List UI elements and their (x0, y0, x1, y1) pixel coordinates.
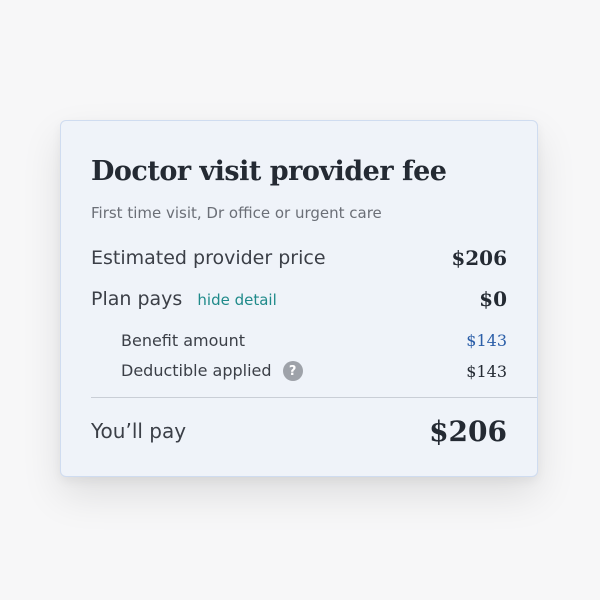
benefit-amount-value: $143 (466, 330, 507, 350)
you-pay-amount: $206 (429, 414, 507, 448)
card-title: Doctor visit provider fee (91, 156, 447, 187)
plan-pays-label: Plan pays (91, 288, 183, 310)
deductible-applied-row: Deductible applied ? $143 (121, 359, 507, 383)
deductible-applied-label: Deductible applied (121, 360, 272, 380)
plan-pays-row: Plan pays hide detail $0 (91, 284, 507, 314)
estimated-price-row: Estimated provider price $206 (91, 243, 507, 273)
deductible-applied-value: $143 (466, 361, 507, 381)
deductible-label-group: Deductible applied ? (121, 361, 303, 382)
total-divider (91, 397, 537, 398)
you-pay-label: You’ll pay (91, 419, 187, 443)
plan-pays-label-group: Plan pays hide detail (91, 288, 277, 310)
plan-pays-amount: $0 (479, 287, 507, 311)
benefit-amount-label: Benefit amount (121, 330, 245, 350)
hide-detail-link[interactable]: hide detail (197, 291, 276, 309)
estimated-price-label: Estimated provider price (91, 247, 326, 269)
estimated-price-amount: $206 (451, 246, 507, 270)
you-pay-row: You’ll pay $206 (91, 411, 507, 451)
benefit-amount-row: Benefit amount $143 (121, 328, 507, 352)
card-subtitle: First time visit, Dr office or urgent ca… (91, 204, 382, 222)
question-help-icon[interactable]: ? (282, 361, 303, 382)
cost-estimate-card: Doctor visit provider fee First time vis… (60, 120, 538, 477)
